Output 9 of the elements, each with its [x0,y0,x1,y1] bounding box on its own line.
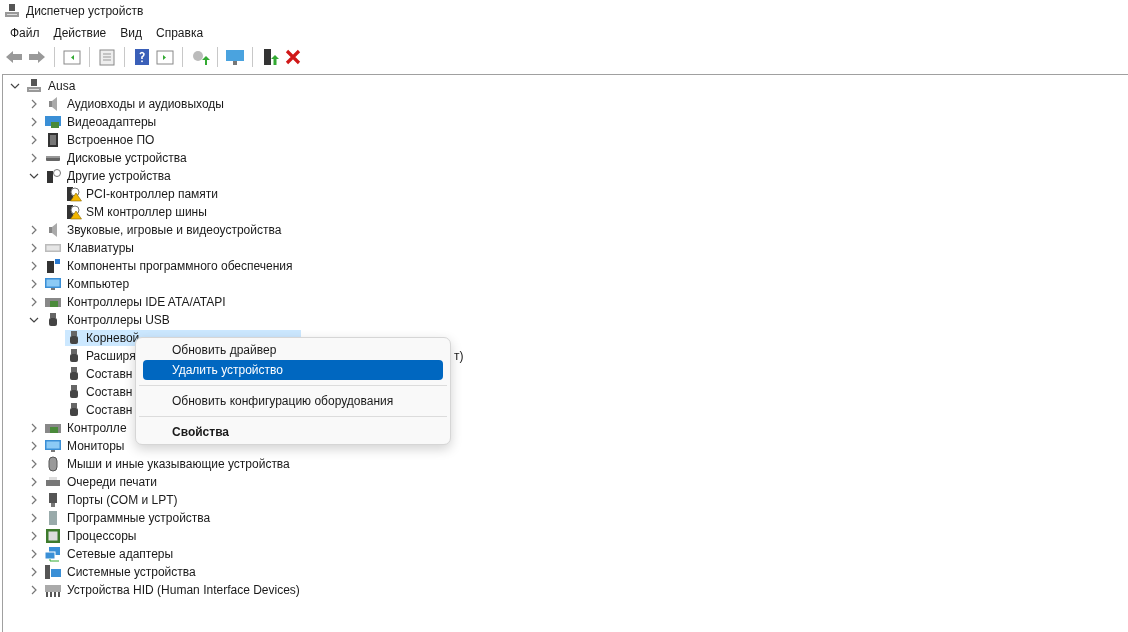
device-name: Корневой [86,330,140,347]
device-name-end: т) [454,348,464,365]
device-name: Составн [86,384,133,401]
device-name: Составн [86,402,133,419]
device-name: Составн [86,366,133,383]
device-name: Расширя [86,348,136,365]
device-name: SM контроллер шины [86,204,207,221]
window-title: Диспетчер устройств [26,3,144,20]
device-name: PCI-контроллер памяти [86,186,219,203]
